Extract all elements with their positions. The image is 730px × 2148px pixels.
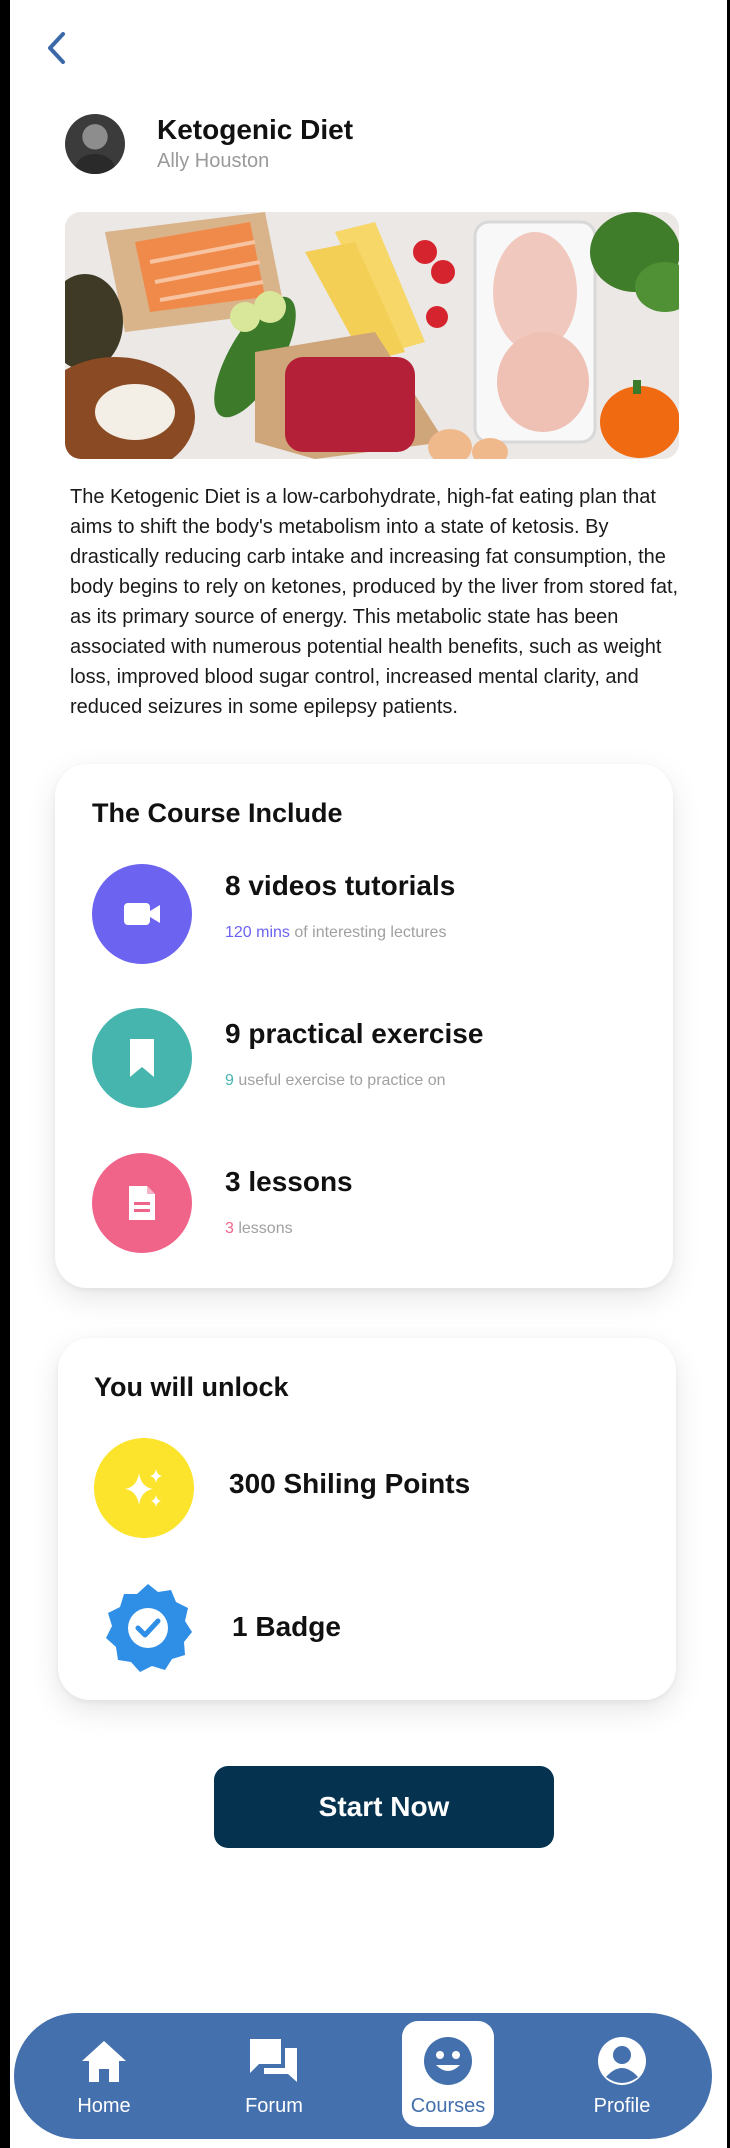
lessons-title: 3 lessons [225,1166,353,1197]
bottom-tab-bar: Home Forum Courses Profile [14,2013,712,2139]
tab-profile-label: Profile [593,2095,651,2117]
course-header: Ketogenic Diet Ally Houston [65,114,353,174]
lessons-badge [92,1153,192,1253]
verified-badge-icon [106,1584,192,1672]
tab-courses-label: Courses [410,2095,486,2117]
exercise-title: 9 practical exercise [225,1018,484,1049]
author-name: Ally Houston [157,150,270,172]
course-include-title: The Course Include [92,798,343,828]
tab-home[interactable]: Home [58,2021,150,2127]
unlock-title: You will unlock [94,1372,289,1402]
bookmark-icon [130,1039,154,1077]
start-now-button[interactable]: Start Now [214,1766,554,1848]
forum-chat-icon [250,2039,297,2082]
course-detail-screen: Ketogenic Diet Ally Houston The Ketogeni… [10,0,727,2148]
tab-forum-label: Forum [245,2095,303,2117]
tab-forum[interactable]: Forum [228,2021,320,2127]
sparkles-icon [125,1469,162,1507]
hero-image [65,212,679,459]
videos-subtitle: 120 mins of interesting lectures [225,924,447,941]
exercise-badge [92,1008,192,1108]
smiley-icon [424,2037,472,2085]
video-camera-icon [124,903,160,925]
profile-icon [598,2037,646,2085]
badge-label: 1 Badge [232,1611,341,1642]
course-title: Ketogenic Diet [157,114,354,145]
tab-profile[interactable]: Profile [576,2021,668,2127]
chevron-left-icon [48,32,65,64]
exercise-subtitle: 9 useful exercise to practice on [225,1072,446,1089]
tab-home-label: Home [77,2095,131,2117]
back-button[interactable] [38,30,74,66]
course-include-card: The Course Include 8 videos tutorials 12… [55,764,673,1288]
videos-title: 8 videos tutorials [225,870,456,901]
home-icon [82,2041,126,2082]
points-badge [94,1438,194,1538]
points-label: 300 Shiling Points [229,1468,471,1499]
lessons-subtitle: 3 lessons [225,1220,293,1237]
course-description: The Ketogenic Diet is a low-carbohydrate… [70,486,679,718]
tab-courses[interactable]: Courses [402,2021,494,2127]
unlock-card: You will unlock 300 Shiling Points 1 Bad… [58,1338,676,1700]
badge-reward [98,1578,198,1678]
videos-badge [92,864,192,964]
author-avatar [65,114,125,174]
document-icon [129,1186,155,1220]
